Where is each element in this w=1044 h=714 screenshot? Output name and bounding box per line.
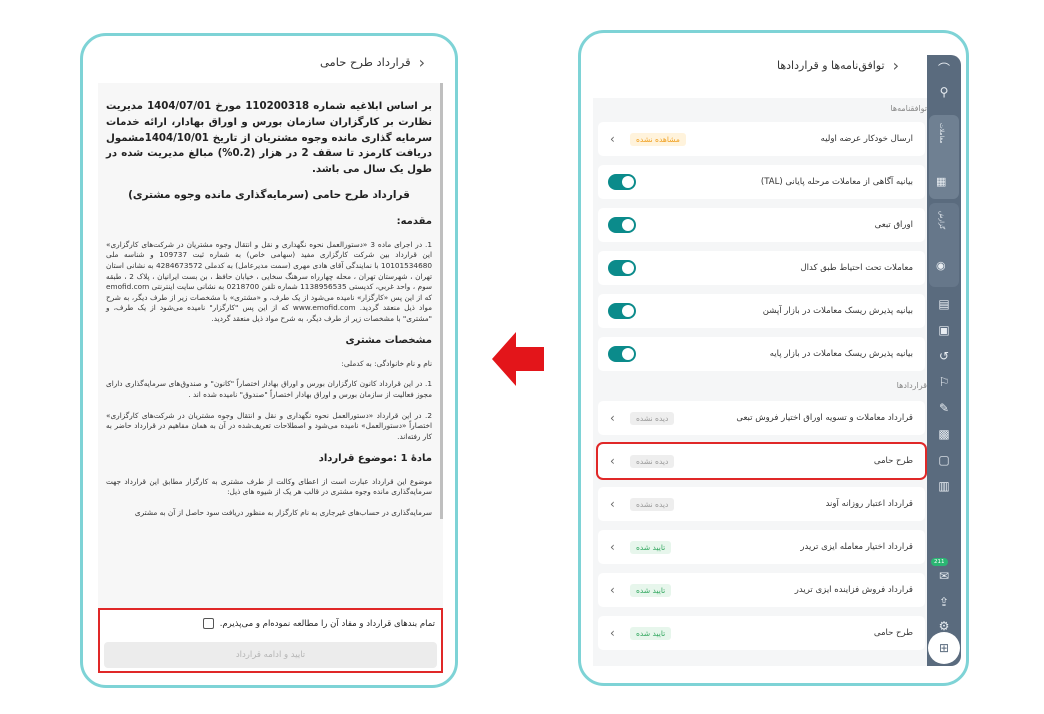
agreement-item[interactable]: بیانیه پذیرش ریسک معاملات در بازار پایه bbox=[598, 337, 925, 371]
side-navigation: ⌒ ⚲ معاملات ▦ گزارش ◉ ▤ ▣ ↺ ⚐ ✎ ▩ ▢ ▥ 21… bbox=[927, 55, 961, 666]
status-badge: مشاهده نشده bbox=[630, 132, 686, 146]
section-heading-article1: مادۀ 1 :موضوع قرارداد bbox=[318, 453, 432, 465]
search-icon[interactable]: ⚲ bbox=[935, 83, 953, 101]
contract-item-highlighted[interactable]: طرح حامی دیده نشده ‹ bbox=[596, 442, 927, 480]
agreement-item[interactable]: معاملات تحت احتیاط طبق کدال bbox=[598, 251, 925, 285]
contract-title: طرح حامی bbox=[873, 628, 913, 638]
accept-checkbox[interactable] bbox=[202, 618, 214, 629]
chevron-left-icon: ‹ bbox=[610, 497, 615, 511]
agreement-item[interactable]: بیانیه آگاهی از معاملات مرحله پایانی (TA… bbox=[598, 165, 925, 199]
status-badge: تایید شده bbox=[630, 540, 672, 554]
status-badge: تایید شده bbox=[630, 626, 672, 640]
agreement-title: ارسال خودکار عرضه اولیه bbox=[820, 134, 913, 144]
back-chevron-icon[interactable]: › bbox=[419, 53, 425, 72]
agreement-item[interactable]: بیانیه پذیرش ریسک معاملات در بازار آپشن bbox=[598, 294, 925, 328]
nav-trading-tab[interactable]: معاملات ▦ bbox=[929, 115, 959, 199]
document-title: قرارداد طرح حامی (سرمایه‌گذاری مانده وجو… bbox=[128, 189, 410, 202]
chevron-left-icon: ‹ bbox=[610, 626, 615, 640]
box-icon[interactable]: ▢ bbox=[935, 451, 953, 469]
agreement-toggle[interactable] bbox=[608, 217, 636, 233]
contract-screen: قرارداد طرح حامی › بر اساس ابلاغیه شماره… bbox=[80, 33, 458, 688]
dashboard-icon[interactable]: ▩ bbox=[935, 425, 953, 443]
agreement-toggle[interactable] bbox=[608, 260, 636, 276]
paragraph: سرمایه‌گذاری در حساب‌های غیرجاری به نام … bbox=[134, 508, 432, 518]
chevron-left-icon: ‹ bbox=[610, 540, 615, 554]
accept-checkbox-row[interactable]: تمام بندهای قرارداد و مفاد آن را مطالعه … bbox=[202, 618, 435, 629]
status-badge: دیده نشده bbox=[630, 411, 675, 425]
status-badge: تایید شده bbox=[630, 583, 672, 597]
left-arrow-icon bbox=[492, 332, 544, 386]
agreement-title: بیانیه پذیرش ریسک معاملات در بازار پایه bbox=[769, 349, 913, 359]
paragraph: موضوع این قرارداد عبارت است از اعطای وکا… bbox=[106, 476, 432, 497]
paragraph: 1. در این قرارداد کانون کارگزاران بورس و… bbox=[106, 379, 432, 400]
agreement-item[interactable]: اوراق تبعی bbox=[598, 208, 925, 242]
wallet-icon[interactable]: ▣ bbox=[935, 321, 953, 339]
status-badge: دیده نشده bbox=[630, 454, 675, 468]
contract-item[interactable]: طرح حامی تایید شده ‹ bbox=[598, 616, 925, 650]
agreement-item[interactable]: ارسال خودکار عرضه اولیه مشاهده نشده ‹ bbox=[598, 122, 925, 156]
contract-item[interactable]: قرارداد معاملات و تسویه اوراق اختیار فرو… bbox=[598, 401, 925, 435]
contract-item[interactable]: قرارداد اختیار معامله ایزی تریدر تایید ش… bbox=[598, 530, 925, 564]
header: قرارداد طرح حامی › bbox=[83, 36, 455, 88]
screen-title: توافق‌نامه‌ها و قراردادها bbox=[777, 59, 885, 72]
chart-icon: ▦ bbox=[936, 175, 947, 188]
contract-title: قرارداد اختیار معامله ایزی تریدر bbox=[800, 542, 913, 552]
contracts-section-label: قراردادها bbox=[896, 381, 927, 390]
apps-grid-icon[interactable]: ⊞ bbox=[928, 632, 960, 664]
edit-icon[interactable]: ✎ bbox=[935, 399, 953, 417]
agreement-toggle[interactable] bbox=[608, 303, 636, 319]
agreement-title: اوراق تبعی bbox=[874, 220, 913, 230]
accept-checkbox-label: تمام بندهای قرارداد و مفاد آن را مطالعه … bbox=[219, 618, 435, 629]
agreements-screen: توافق‌نامه‌ها و قراردادها › توافقنامه‌ها… bbox=[578, 30, 969, 686]
nav-report-tab[interactable]: گزارش ◉ bbox=[929, 203, 959, 287]
agreement-toggle[interactable] bbox=[608, 346, 636, 362]
back-chevron-icon[interactable]: › bbox=[893, 56, 899, 75]
acceptance-area: تمام بندهای قرارداد و مفاد آن را مطالعه … bbox=[98, 608, 443, 673]
header: توافق‌نامه‌ها و قراردادها › bbox=[581, 33, 921, 98]
agreement-title: بیانیه آگاهی از معاملات مرحله پایانی (TA… bbox=[760, 177, 913, 187]
agreement-title: بیانیه پذیرش ریسک معاملات در بازار آپشن bbox=[762, 306, 913, 316]
report-icon: ◉ bbox=[936, 259, 946, 272]
contract-title: قرارداد معاملات و تسویه اوراق اختیار فرو… bbox=[736, 413, 913, 423]
contract-item[interactable]: قرارداد فروش فزاینده ایزی تریدر تایید شد… bbox=[598, 573, 925, 607]
contract-document[interactable]: بر اساس ابلاغیه شماره 110200318 مورخ 140… bbox=[98, 83, 443, 613]
message-icon[interactable]: ✉ bbox=[935, 567, 953, 585]
paragraph: 1. در اجرای ماده 3 «دستورالعمل نحوه نگهد… bbox=[106, 239, 433, 323]
filter-icon[interactable]: ⚐ bbox=[935, 373, 953, 391]
logo-icon: ⌒ bbox=[937, 61, 950, 76]
chevron-left-icon: ‹ bbox=[610, 132, 615, 146]
contract-item[interactable]: قرارداد اعتبار روزانه آوند دیده نشده ‹ bbox=[598, 487, 925, 521]
contract-title: طرح حامی bbox=[873, 456, 913, 466]
agreement-title: معاملات تحت احتیاط طبق کدال bbox=[800, 263, 913, 273]
section-heading-intro: مقدمه: bbox=[396, 216, 432, 228]
customer-name-line: نام و نام خانوادگی: به کدملی: bbox=[341, 358, 432, 368]
agreement-toggle[interactable] bbox=[608, 174, 636, 190]
status-badge: دیده نشده bbox=[630, 497, 675, 511]
contract-title: قرارداد اعتبار روزانه آوند bbox=[825, 499, 913, 509]
notice-paragraph: بر اساس ابلاغیه شماره 110200318 مورخ 140… bbox=[106, 101, 432, 176]
bar-chart-icon[interactable]: ▥ bbox=[935, 477, 953, 495]
share-icon[interactable]: ⇪ bbox=[935, 593, 953, 611]
history-icon[interactable]: ↺ bbox=[935, 347, 953, 365]
contract-title: قرارداد فروش فزاینده ایزی تریدر bbox=[794, 585, 913, 595]
chevron-left-icon: ‹ bbox=[610, 454, 615, 468]
paragraph: 2. در این قرارداد «دستورالعمل نحوه نگهدا… bbox=[106, 410, 432, 441]
confirm-continue-button[interactable]: تایید و ادامه قرارداد bbox=[104, 642, 437, 668]
section-heading-customer: مشخصات مشتری bbox=[345, 335, 432, 347]
nav-trading-label: معاملات bbox=[938, 123, 945, 144]
agreements-list[interactable]: توافقنامه‌ها ارسال خودکار عرضه اولیه مشا… bbox=[593, 98, 927, 666]
chevron-left-icon: ‹ bbox=[610, 583, 615, 597]
agreements-section-label: توافقنامه‌ها bbox=[890, 104, 927, 113]
calculator-icon[interactable]: ▤ bbox=[935, 295, 953, 313]
nav-report-label: گزارش bbox=[938, 211, 945, 230]
notification-badge: 211 bbox=[931, 558, 948, 566]
screen-title: قرارداد طرح حامی bbox=[319, 55, 411, 69]
chevron-left-icon: ‹ bbox=[610, 411, 615, 425]
